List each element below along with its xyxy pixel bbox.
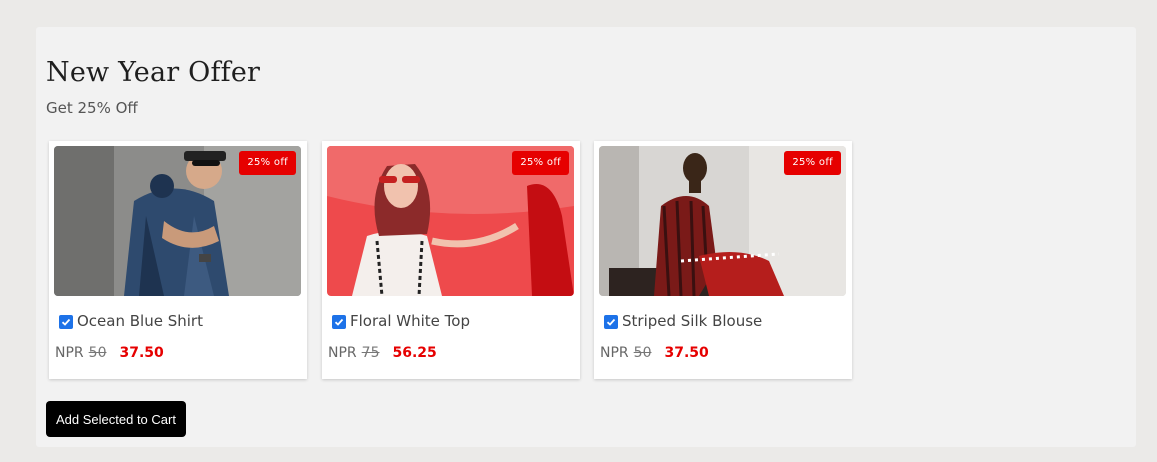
original-price: 50 bbox=[633, 345, 652, 361]
select-checkbox-floral-white-top[interactable] bbox=[332, 315, 346, 329]
discounted-price: 37.50 bbox=[664, 345, 709, 361]
offer-subtitle: Get 25% Off bbox=[46, 99, 138, 117]
select-checkbox-ocean-blue-shirt[interactable] bbox=[59, 315, 73, 329]
currency-label: NPR bbox=[55, 345, 84, 361]
discount-badge: 25% off bbox=[239, 151, 296, 175]
discounted-price: 37.50 bbox=[119, 345, 164, 361]
price-row: NPR 50 37.50 bbox=[600, 345, 709, 361]
product-image-striped-silk-blouse[interactable]: 25% off bbox=[599, 146, 846, 296]
original-price: 50 bbox=[88, 345, 107, 361]
add-selected-to-cart-button[interactable]: Add Selected to Cart bbox=[46, 401, 186, 437]
product-name: Floral White Top bbox=[350, 312, 470, 330]
original-price: 75 bbox=[361, 345, 380, 361]
check-icon bbox=[61, 318, 71, 326]
check-icon bbox=[606, 318, 616, 326]
currency-label: NPR bbox=[600, 345, 629, 361]
product-name: Ocean Blue Shirt bbox=[77, 312, 203, 330]
product-image-ocean-blue-shirt[interactable]: 25% off bbox=[54, 146, 301, 296]
discount-badge: 25% off bbox=[784, 151, 841, 175]
product-card-ocean-blue-shirt: 25% off Ocean Blue Shirt NPR 50 37.50 bbox=[49, 141, 307, 379]
price-row: NPR 75 56.25 bbox=[328, 345, 437, 361]
price-row: NPR 50 37.50 bbox=[55, 345, 164, 361]
check-icon bbox=[334, 318, 344, 326]
discount-badge: 25% off bbox=[512, 151, 569, 175]
product-card-floral-white-top: 25% off Floral White Top NPR 75 56.25 bbox=[322, 141, 580, 379]
product-image-floral-white-top[interactable]: 25% off bbox=[327, 146, 574, 296]
discounted-price: 56.25 bbox=[392, 345, 437, 361]
select-checkbox-striped-silk-blouse[interactable] bbox=[604, 315, 618, 329]
product-name: Striped Silk Blouse bbox=[622, 312, 763, 330]
offer-panel: New Year Offer Get 25% Off 25% off Ocean… bbox=[36, 27, 1136, 447]
product-card-striped-silk-blouse: 25% off Striped Silk Blouse NPR 50 37.50 bbox=[594, 141, 852, 379]
currency-label: NPR bbox=[328, 345, 357, 361]
offer-title: New Year Offer bbox=[46, 57, 261, 88]
